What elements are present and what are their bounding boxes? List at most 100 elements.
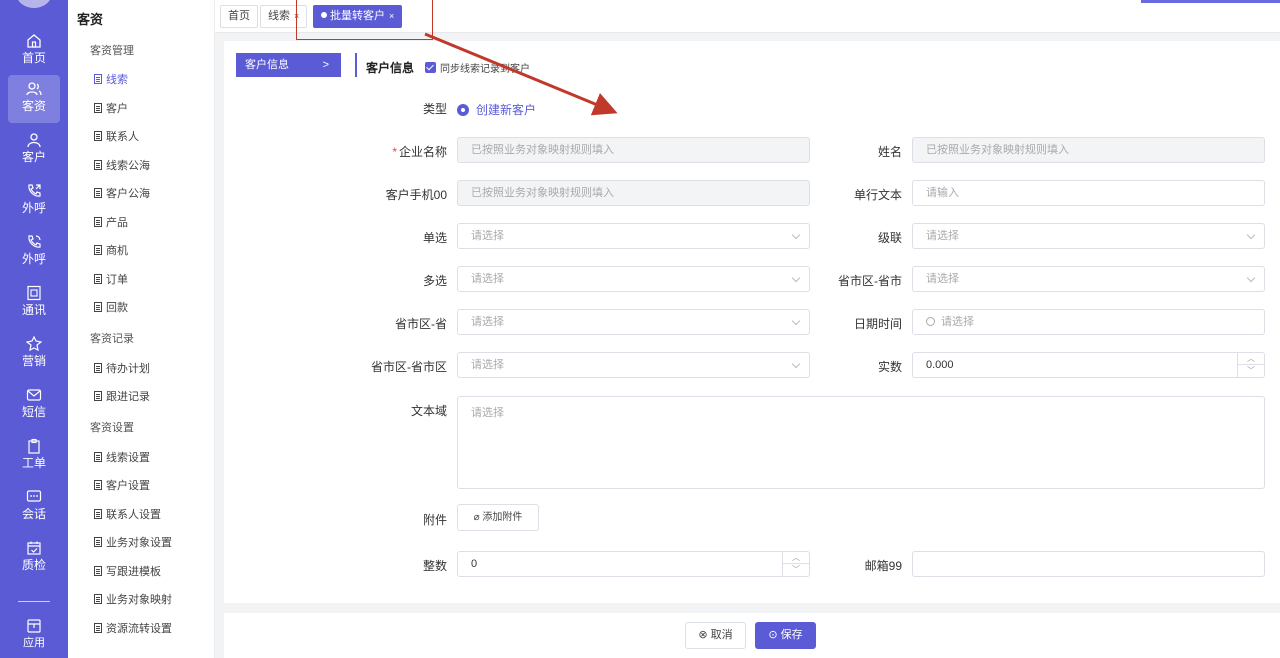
textarea-field[interactable]: 请选择	[457, 396, 1265, 489]
marketing-icon	[26, 336, 42, 352]
single-select-label: 单选	[422, 231, 447, 245]
submenu-item-lead-pool[interactable]: 线索公海	[94, 157, 150, 173]
checkbox-checked-icon[interactable]	[425, 62, 436, 73]
document-icon	[94, 537, 102, 547]
clock-icon	[926, 317, 935, 326]
document-icon	[94, 302, 102, 312]
company-name-field[interactable]: 已按照业务对象映射规则填入	[457, 137, 810, 163]
submenu-item-resource-flow[interactable]: 资源流转设置	[94, 620, 172, 636]
datetime-picker[interactable]: 请选择	[912, 309, 1265, 335]
submenu-item-contact[interactable]: 联系人	[94, 128, 139, 144]
rail-item-qc[interactable]: 质检	[0, 534, 68, 582]
real-number-label: 实数	[877, 360, 902, 374]
document-icon	[94, 74, 102, 84]
submenu-item-product[interactable]: 产品	[94, 214, 128, 230]
rail-item-chat[interactable]: 会话	[0, 483, 68, 531]
single-text-input[interactable]: 请输入	[912, 180, 1265, 206]
section-title: 客户信息	[366, 61, 415, 75]
submenu-item-todo[interactable]: 待办计划	[94, 360, 150, 376]
side-tab-customer-info[interactable]: 客户信息 >	[236, 53, 341, 77]
integer-label: 整数	[422, 559, 447, 573]
users-icon	[26, 82, 42, 96]
cancel-circle-icon: ⊗	[698, 629, 711, 641]
submenu-item-payment[interactable]: 回款	[94, 299, 128, 315]
stepper-down-icon[interactable]: ﹀	[783, 564, 809, 576]
tab-home[interactable]: 首页	[220, 5, 258, 28]
submenu-item-opportunity[interactable]: 商机	[94, 242, 128, 258]
submenu-item-leads[interactable]: 线索	[94, 71, 128, 87]
rail-item-apps[interactable]: 应用	[0, 612, 68, 658]
rail-item-marketing[interactable]: 营销	[0, 330, 68, 378]
submenu-item-customer-settings[interactable]: 客户设置	[94, 477, 150, 493]
chevron-down-icon	[791, 316, 801, 326]
rail-item-contacts[interactable]: 通讯	[0, 279, 68, 327]
name-label: 姓名	[877, 145, 902, 159]
document-icon	[94, 217, 102, 227]
document-icon	[94, 103, 102, 113]
phone-field[interactable]: 已按照业务对象映射规则填入	[457, 180, 810, 206]
type-radio-create-new[interactable]: 创建新客户	[457, 101, 536, 118]
home-icon	[27, 34, 41, 48]
rail-item-home[interactable]: 首页	[0, 27, 68, 75]
stepper-up-icon[interactable]: ︿	[783, 552, 809, 564]
real-number-input[interactable]: 0.000 ︿ ﹀	[912, 352, 1265, 378]
submenu-item-customer[interactable]: 客户	[94, 100, 128, 116]
attachment-label: 附件	[422, 513, 447, 527]
rail-item-ticket[interactable]: 工单	[0, 432, 68, 480]
submenu-item-followup[interactable]: 跟进记录	[94, 388, 150, 404]
submenu-item-contact-settings[interactable]: 联系人设置	[94, 506, 161, 522]
document-icon	[94, 391, 102, 401]
add-attachment-button[interactable]: ⌀ 添加附件	[457, 504, 539, 531]
company-name-label: * 企业名称	[392, 145, 447, 159]
submenu-item-order[interactable]: 订单	[94, 271, 128, 287]
name-field[interactable]: 已按照业务对象映射规则填入	[912, 137, 1265, 163]
textarea-label: 文本域	[410, 404, 447, 418]
top-accent-line	[1141, 0, 1280, 3]
multi-select[interactable]: 请选择	[457, 266, 810, 292]
email-input[interactable]	[912, 551, 1265, 577]
province-city-district-label: 省市区-省市区	[371, 360, 447, 374]
rail-item-leads[interactable]: 客资	[8, 75, 60, 123]
chevron-down-icon	[1246, 273, 1256, 283]
submenu-item-customer-pool[interactable]: 客户公海	[94, 185, 150, 201]
submenu-item-lead-settings[interactable]: 线索设置	[94, 449, 150, 465]
document-icon	[94, 363, 102, 373]
document-icon	[94, 566, 102, 576]
document-icon	[94, 188, 102, 198]
submenu-item-followup-template[interactable]: 写跟进模板	[94, 563, 161, 579]
rail-item-customer[interactable]: 客户	[0, 126, 68, 174]
phone-out-icon	[28, 184, 41, 197]
document-icon	[94, 452, 102, 462]
submenu-group-title: 客资记录	[90, 333, 134, 345]
stepper-up-icon[interactable]: ︿	[1238, 353, 1264, 365]
chat-icon	[26, 490, 42, 502]
integer-input[interactable]: 0 ︿ ﹀	[457, 551, 810, 577]
single-select[interactable]: 请选择	[457, 223, 810, 249]
document-icon	[94, 509, 102, 519]
province-label: 省市区-省	[395, 317, 447, 331]
required-asterisk: *	[392, 145, 397, 159]
province-city-district-select[interactable]: 请选择	[457, 352, 810, 378]
stepper-down-icon[interactable]: ﹀	[1238, 365, 1264, 377]
submenu-item-object-mapping[interactable]: 业务对象映射	[94, 591, 172, 607]
radio-checked-icon[interactable]	[457, 103, 469, 116]
rail-item-outbound-2[interactable]: 外呼	[0, 228, 68, 276]
document-icon	[94, 623, 102, 633]
save-button[interactable]: ⊙ 保存	[755, 622, 816, 649]
province-select[interactable]: 请选择	[457, 309, 810, 335]
clipboard-icon	[28, 438, 40, 454]
cascade-select[interactable]: 请选择	[912, 223, 1265, 249]
datetime-label: 日期时间	[853, 317, 902, 331]
rail-item-sms[interactable]: 短信	[0, 381, 68, 429]
sync-checkbox[interactable]: 同步线索记录到客户	[425, 60, 530, 75]
single-text-label: 单行文本	[853, 188, 902, 202]
chevron-down-icon	[791, 359, 801, 369]
contacts-icon	[27, 285, 41, 301]
cancel-button[interactable]: ⊗ 取消	[685, 622, 746, 649]
rail-item-outbound[interactable]: 外呼	[0, 177, 68, 225]
phone-call-icon	[28, 235, 41, 248]
check-circle-icon: ⊙	[768, 629, 781, 641]
province-city-select[interactable]: 请选择	[912, 266, 1265, 292]
submenu-item-object-settings[interactable]: 业务对象设置	[94, 534, 172, 550]
phone-label: 客户手机00	[385, 188, 447, 202]
